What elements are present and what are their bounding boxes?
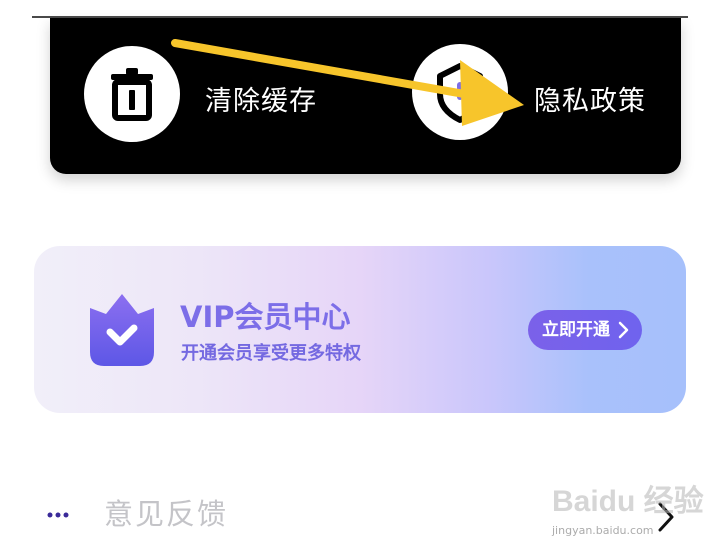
open-vip-label: 立即开通 [542, 320, 610, 340]
clear-cache-button[interactable] [84, 46, 180, 142]
watermark-url: jingyan.baidu.com [552, 524, 654, 537]
baidu-watermark: Baidu 经验 jingyan.baidu.com [552, 476, 704, 542]
settings-screen: 清除缓存 隐私政策 VIP会员中心 开通会员享受更多特权 立即开通 意见反馈 B… [0, 0, 720, 556]
vip-subtitle: 开通会员享受更多特权 [181, 343, 361, 364]
privacy-policy-label[interactable]: 隐私政策 [534, 86, 646, 118]
more-icon [47, 512, 69, 518]
shield-check-icon [90, 294, 154, 366]
open-vip-button[interactable]: 立即开通 [528, 310, 642, 350]
feedback-label: 意见反馈 [104, 497, 229, 531]
chevron-right-icon [618, 321, 629, 339]
shield-icon [437, 63, 483, 123]
clear-cache-label[interactable]: 清除缓存 [205, 86, 317, 118]
vip-title: VIP会员中心 [180, 300, 351, 334]
watermark-mark: Baidu 经验 [552, 485, 704, 518]
vip-card[interactable]: VIP会员中心 开通会员享受更多特权 立即开通 [34, 246, 686, 413]
tools-panel: 清除缓存 隐私政策 [50, 18, 681, 174]
privacy-policy-button[interactable] [412, 44, 508, 140]
trash-icon [111, 68, 153, 121]
